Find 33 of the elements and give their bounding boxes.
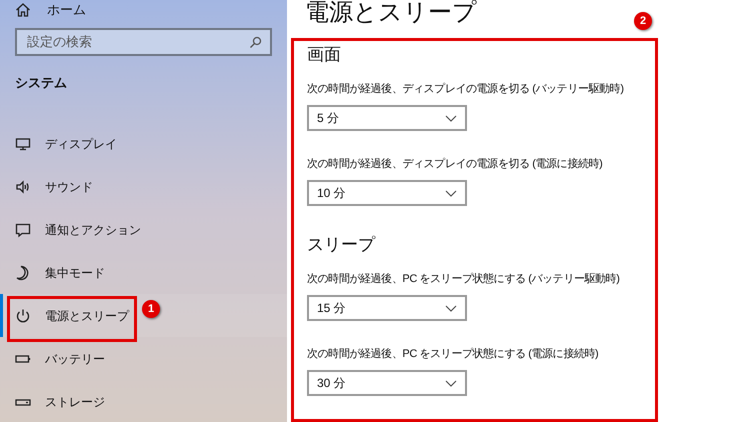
duration-dropdown[interactable]: 10 分 (307, 180, 467, 206)
setting-label: 次の時間が経過後、ディスプレイの電源を切る (バッテリー駆動時) (307, 82, 625, 96)
home-icon (15, 2, 31, 18)
sidebar-item[interactable]: ストレージ (0, 380, 287, 422)
home-link[interactable]: ホーム (47, 0, 86, 20)
chevron-down-icon (445, 304, 457, 312)
page-title: 電源とスリープ (305, 0, 477, 28)
chevron-down-icon (445, 380, 457, 386)
duration-dropdown[interactable]: 15 分 (307, 295, 467, 321)
setting-label: 次の時間が経過後、ディスプレイの電源を切る (電源に接続時) (307, 157, 604, 171)
setting-label: 次の時間が経過後、PC をスリープ状態にする (電源に接続時) (307, 347, 600, 361)
monitor-icon (15, 136, 31, 152)
section-heading: スリープ (307, 234, 376, 256)
power-icon (15, 308, 31, 324)
duration-dropdown[interactable]: 5 分 (307, 105, 467, 131)
callout-badge: 2 (634, 12, 652, 30)
speaker-icon (15, 178, 31, 194)
moon-icon (15, 264, 31, 280)
sidebar-item[interactable]: サウンド (0, 165, 287, 208)
sidebar-item[interactable]: 通知とアクション (0, 208, 287, 251)
callout-badge: 1 (142, 300, 160, 318)
setting-label: 次の時間が経過後、PC をスリープ状態にする (バッテリー駆動時) (307, 272, 621, 286)
section-title: システム (15, 74, 68, 92)
search-icon (249, 36, 262, 48)
chevron-down-icon (445, 114, 457, 122)
section-heading: 画面 (307, 44, 342, 66)
chevron-down-icon (445, 190, 457, 196)
duration-dropdown[interactable]: 30 分 (307, 370, 467, 396)
sidebar-item[interactable]: ディスプレイ (0, 122, 287, 165)
speech-bubble-icon (15, 222, 31, 238)
search-field[interactable]: 設定の検索 (15, 28, 272, 56)
sidebar-item[interactable]: バッテリー (0, 337, 287, 380)
sidebar-item[interactable]: 集中モード (0, 251, 287, 294)
